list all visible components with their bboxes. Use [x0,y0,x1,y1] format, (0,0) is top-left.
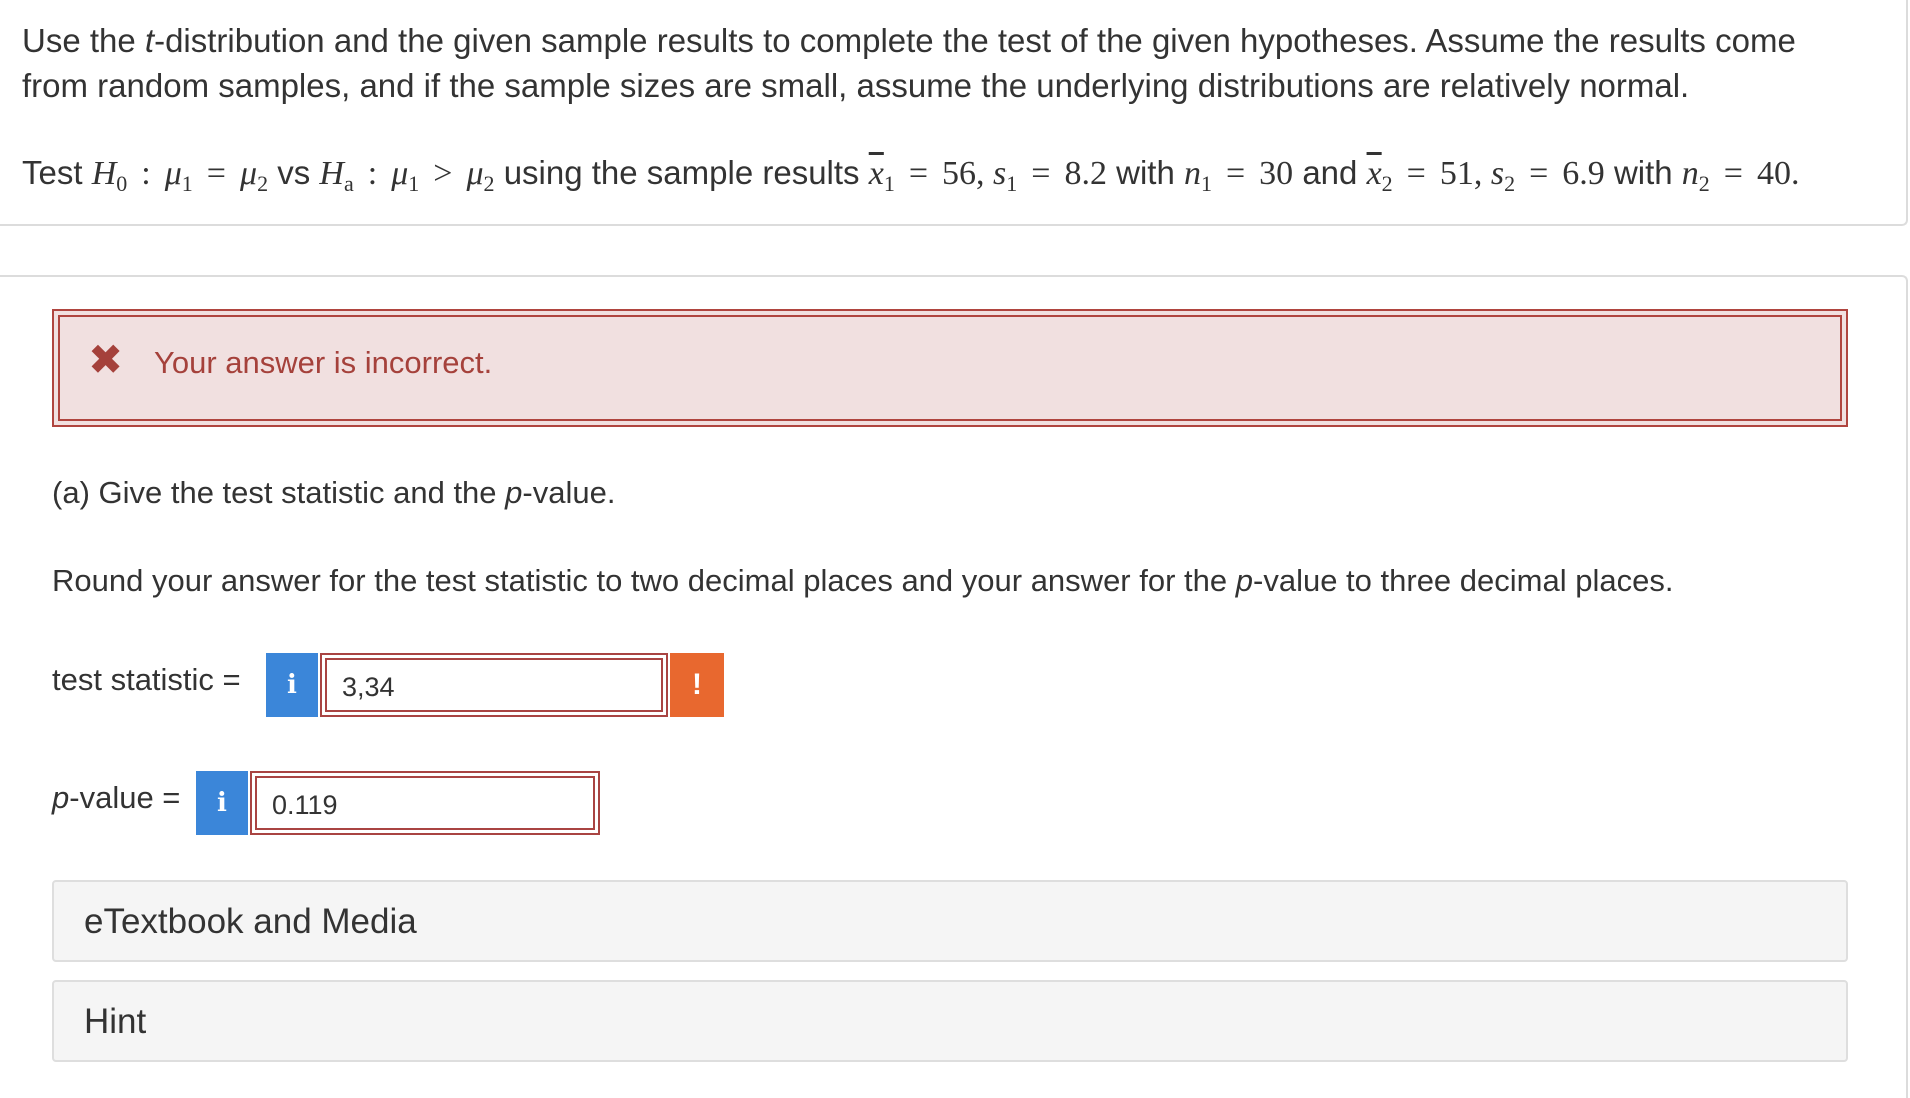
hypothesis-statement: Test H0: μ1 = μ2 vs Ha: μ1 > μ2 using the samp… [22,154,1800,196]
p-value-label: p-value = [52,780,181,815]
hint-panel[interactable]: Hint [52,980,1848,1062]
warning-icon[interactable]: ! [670,653,724,717]
rounding-instruction: Round your answer for the test statistic… [52,563,1674,598]
p-value-input[interactable]: 0.119 [250,771,600,835]
x-mark-icon: ✖ [88,336,124,383]
test-statistic-info-icon[interactable]: i [266,653,318,717]
test-statistic-label: test statistic = [52,662,241,697]
question-intro: Use the t-distribution and the given sam… [22,22,1796,104]
incorrect-message: Your answer is incorrect. [154,345,493,380]
question-panel: Use the t-distribution and the given sam… [0,0,1908,226]
answer-panel: ✖ Your answer is incorrect. (a) Give the… [0,275,1908,1098]
etextbook-media-label: eTextbook and Media [84,902,417,941]
part-a-heading: (a) Give the test statistic and the p-va… [52,475,616,510]
test-statistic-input[interactable]: 3,34 [320,653,668,717]
p-value-info-icon[interactable]: i [196,771,248,835]
etextbook-media-panel[interactable]: eTextbook and Media [52,880,1848,962]
hint-label: Hint [84,1002,147,1041]
incorrect-alert: ✖ Your answer is incorrect. [52,309,1848,427]
